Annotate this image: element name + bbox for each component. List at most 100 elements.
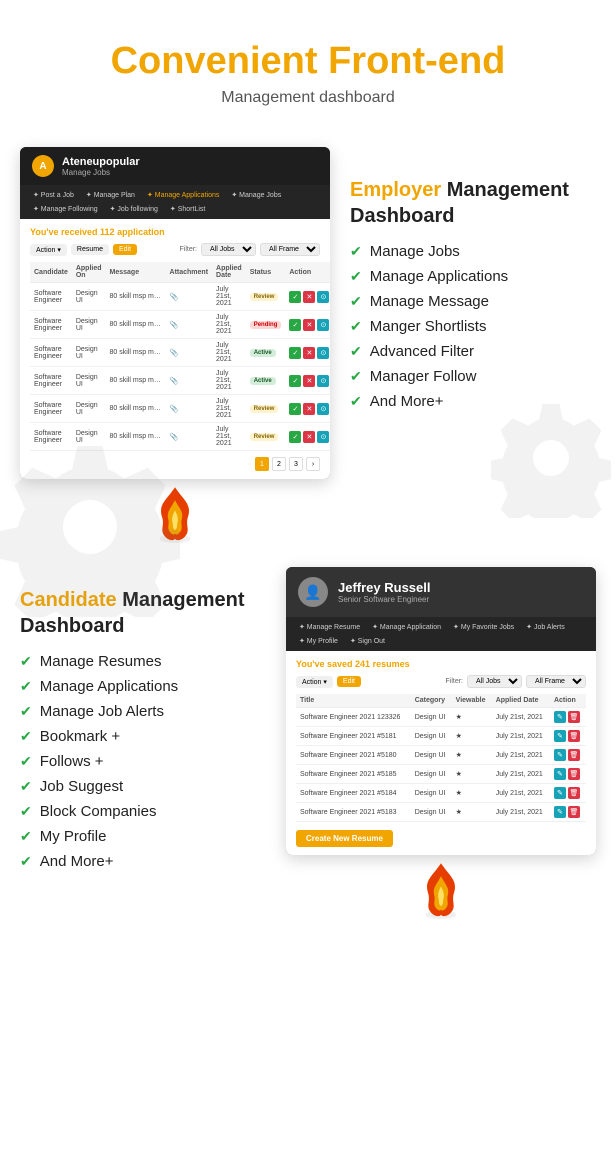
cand-cell-category: Design UI xyxy=(411,784,452,803)
col-applied-on: Applied On xyxy=(72,262,106,283)
cell-status: Review xyxy=(246,423,286,451)
candidate-name: Jeffrey Russell xyxy=(338,580,431,595)
feature-item: ✔Manager Follow xyxy=(350,368,596,385)
nav-post-job[interactable]: ✦ Post a Job xyxy=(28,189,79,201)
all-jobs-select[interactable]: All Jobs xyxy=(201,243,256,256)
nav-manage-following[interactable]: ✦ Manage Following xyxy=(28,203,103,215)
page-2[interactable]: 2 xyxy=(272,457,286,471)
table-row: Software Engineer 2021 123326 Design UI … xyxy=(296,708,586,727)
cell-action: ✓ ✕ ⊙ xyxy=(285,339,330,367)
cand-action-delete[interactable]: 🗑 xyxy=(568,806,580,818)
nav-manage-jobs[interactable]: ✦ Manage Jobs xyxy=(226,189,286,201)
cand-action-delete[interactable]: 🗑 xyxy=(568,787,580,799)
cand-action-delete[interactable]: 🗑 xyxy=(568,749,580,761)
feature-item: ✔Manage Message xyxy=(350,293,596,310)
action-approve[interactable]: ✓ xyxy=(289,431,301,443)
action-reject[interactable]: ✕ xyxy=(303,403,315,415)
action-view[interactable]: ⊙ xyxy=(317,347,329,359)
action-view[interactable]: ⊙ xyxy=(317,403,329,415)
action-approve[interactable]: ✓ xyxy=(289,319,301,331)
page-1[interactable]: 1 xyxy=(255,457,269,471)
action-view[interactable]: ⊙ xyxy=(317,319,329,331)
cand-action-delete[interactable]: 🗑 xyxy=(568,711,580,723)
cand-action-view[interactable]: ✎ xyxy=(554,730,566,742)
cand-all-jobs-select[interactable]: All Jobs xyxy=(467,675,522,688)
action-reject[interactable]: ✕ xyxy=(303,431,315,443)
candidate-dashboard-screenshot: 👤 Jeffrey Russell Senior Software Engine… xyxy=(286,567,596,855)
cell-candidate: Software Engineer xyxy=(30,395,72,423)
action-view[interactable]: ⊙ xyxy=(317,375,329,387)
cell-status: Review xyxy=(246,283,286,311)
cand-action-delete[interactable]: 🗑 xyxy=(568,768,580,780)
cand-cell-viewable: ★ xyxy=(452,708,492,727)
cell-date: July 21st, 2021 xyxy=(212,367,246,395)
cand-cell-title: Software Engineer 2021 #5180 xyxy=(296,746,411,765)
col-applied-date: Applied Date xyxy=(212,262,246,283)
cell-action: ✓ ✕ ⊙ xyxy=(285,311,330,339)
candidate-dash-body: You've saved 241 resumes Action ▾ Edit F… xyxy=(286,651,596,855)
cand-action-delete[interactable]: 🗑 xyxy=(568,730,580,742)
employer-dash-nav: ✦ Post a Job ✦ Manage Plan ✦ Manage Appl… xyxy=(20,185,330,219)
check-icon: ✔ xyxy=(20,753,32,770)
page-3[interactable]: 3 xyxy=(289,457,303,471)
cand-col-date: Applied Date xyxy=(492,694,550,708)
cand-action-view[interactable]: ✎ xyxy=(554,806,566,818)
all-frame-select[interactable]: All Frame xyxy=(260,243,320,256)
nav-manage-applications[interactable]: ✦ Manage Applications xyxy=(142,189,224,201)
table-row: Software Engineer Design UI 80 skill msp… xyxy=(30,311,330,339)
gear-decoration-area xyxy=(350,428,596,508)
cand-nav-resume[interactable]: ✦ Manage Resume xyxy=(294,621,365,633)
cand-nav-application[interactable]: ✦ Manage Application xyxy=(367,621,446,633)
action-reject[interactable]: ✕ xyxy=(303,347,315,359)
employer-features-block: Employer Management Dashboard ✔Manage Jo… xyxy=(350,147,596,508)
cand-cell-viewable: ★ xyxy=(452,803,492,822)
cand-col-viewable: Viewable xyxy=(452,694,492,708)
nav-shortlist[interactable]: ✦ ShortList xyxy=(165,203,210,215)
cand-nav-profile[interactable]: ✦ My Profile xyxy=(294,635,343,647)
create-resume-button[interactable]: Create New Resume xyxy=(296,830,393,847)
cand-action-view[interactable]: ✎ xyxy=(554,711,566,723)
nav-manage-plan[interactable]: ✦ Manage Plan xyxy=(81,189,140,201)
cand-all-frame-select[interactable]: All Frame xyxy=(526,675,586,688)
feature-label: Manage Message xyxy=(370,293,489,310)
cell-action: ✓ ✕ ⊙ xyxy=(285,367,330,395)
cand-edit-button[interactable]: Edit xyxy=(337,676,361,687)
cand-filter-label: Filter: xyxy=(446,678,464,685)
cell-action: ✓ ✕ ⊙ xyxy=(285,423,330,451)
cand-col-action: Action xyxy=(550,694,586,708)
cand-nav-signout[interactable]: ✦ Sign Out xyxy=(345,635,390,647)
cand-action-view[interactable]: ✎ xyxy=(554,768,566,780)
cand-cell-title: Software Engineer 2021 #5185 xyxy=(296,765,411,784)
cand-action-view[interactable]: ✎ xyxy=(554,749,566,761)
cell-applied-on: Design UI xyxy=(72,311,106,339)
check-icon: ✔ xyxy=(20,653,32,670)
nav-job-following[interactable]: ✦ Job following xyxy=(105,203,163,215)
candidate-avatar: 👤 xyxy=(298,577,328,607)
action-approve[interactable]: ✓ xyxy=(289,375,301,387)
action-reject[interactable]: ✕ xyxy=(303,375,315,387)
page-next[interactable]: › xyxy=(306,457,320,471)
feature-item: ✔Advanced Filter xyxy=(350,343,596,360)
cand-action-button[interactable]: Action ▾ xyxy=(296,676,333,688)
filter-label: Filter: xyxy=(180,246,198,253)
action-approve[interactable]: ✓ xyxy=(289,347,301,359)
action-approve[interactable]: ✓ xyxy=(289,291,301,303)
action-button[interactable]: Action ▾ xyxy=(30,244,67,256)
action-approve[interactable]: ✓ xyxy=(289,403,301,415)
edit-button[interactable]: Edit xyxy=(113,244,137,255)
col-action: Action xyxy=(285,262,330,283)
cand-nav-alerts[interactable]: ✦ Job Alerts xyxy=(521,621,570,633)
candidate-saved-count: 241 xyxy=(355,659,370,669)
employer-features-list: ✔Manage Jobs✔Manage Applications✔Manage … xyxy=(350,243,596,410)
feature-label: Job Suggest xyxy=(40,778,123,795)
action-view[interactable]: ⊙ xyxy=(317,431,329,443)
cand-col-title: Title xyxy=(296,694,411,708)
action-view[interactable]: ⊙ xyxy=(317,291,329,303)
feature-label: And More+ xyxy=(40,853,114,870)
resume-button[interactable]: Resume xyxy=(71,244,109,255)
action-reject[interactable]: ✕ xyxy=(303,291,315,303)
cand-action-view[interactable]: ✎ xyxy=(554,787,566,799)
cand-nav-favorite[interactable]: ✦ My Favorite Jobs xyxy=(448,621,519,633)
candidate-flame xyxy=(286,859,596,919)
action-reject[interactable]: ✕ xyxy=(303,319,315,331)
